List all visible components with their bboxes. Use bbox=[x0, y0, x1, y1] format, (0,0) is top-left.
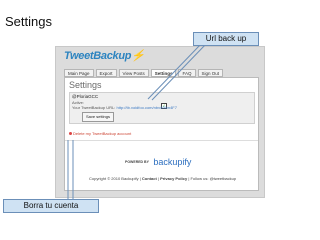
url-backup-callout: Url back up bbox=[193, 32, 259, 46]
url-callout-pointer-1 bbox=[147, 43, 202, 100]
delete-account-callout: Borra tu cuenta bbox=[3, 199, 99, 213]
url-callout-pointer-2 bbox=[151, 43, 207, 101]
